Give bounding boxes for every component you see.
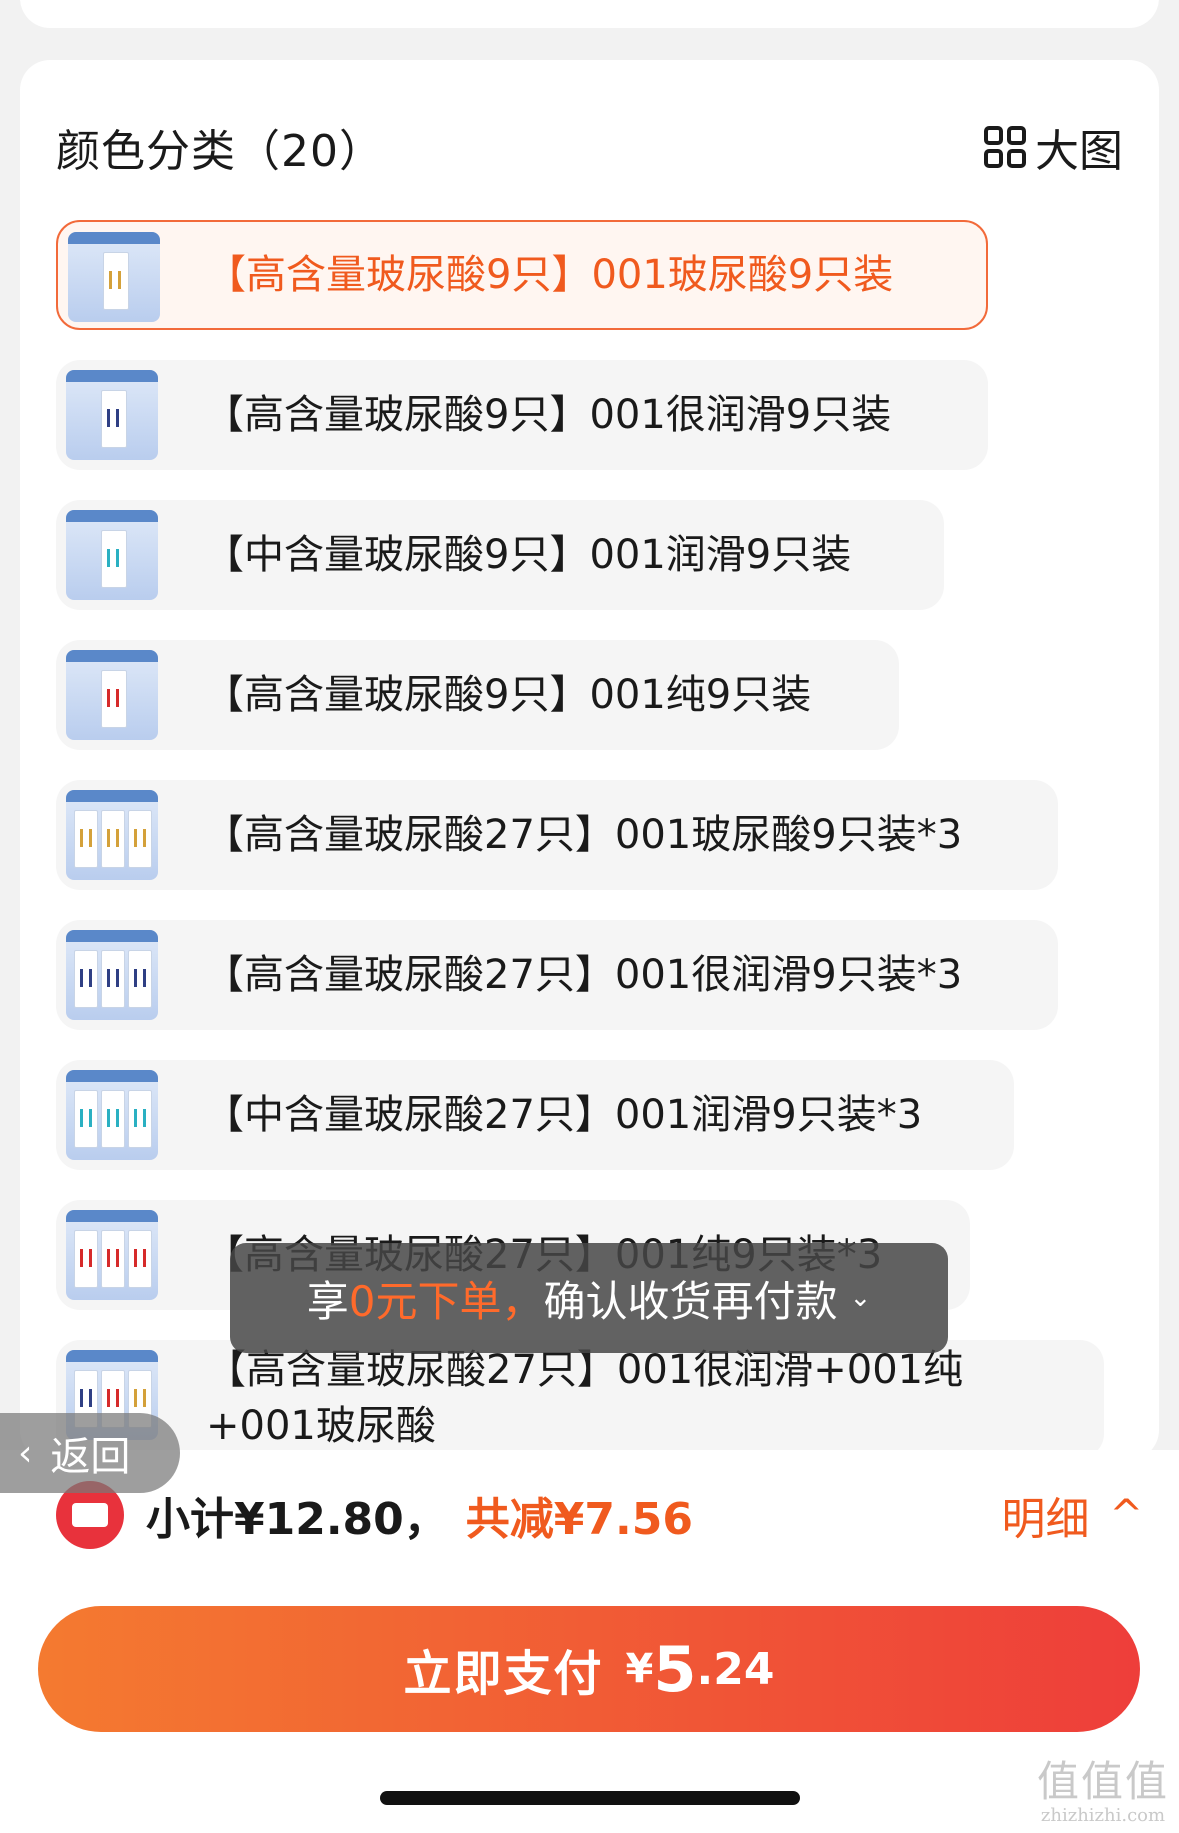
- sku-label: 【高含量玻尿酸27只】001很润滑9只装*3: [204, 952, 963, 998]
- previous-card: [20, 0, 1159, 28]
- subtotal-text: 小计¥12.80，: [146, 1494, 448, 1545]
- sku-thumbnail: [66, 930, 158, 1020]
- toast-banner[interactable]: 享 0元下单， 确认收货再付款 ⌄: [230, 1243, 948, 1353]
- detail-label: 明细: [1001, 1494, 1090, 1545]
- sku-thumbnail: [66, 1210, 158, 1300]
- panel-header: 颜色分类（20） 大图: [56, 112, 1123, 182]
- sku-label: 【中含量玻尿酸9只】001润滑9只装: [204, 532, 852, 578]
- detail-toggle[interactable]: 明细 ^: [1001, 1483, 1143, 1547]
- sku-thumbnail: [66, 650, 158, 740]
- bigview-label: 大图: [1035, 126, 1123, 177]
- pay-now-button[interactable]: 立即支付 ¥ 5 .24: [38, 1606, 1140, 1732]
- sku-thumbnail: [66, 1070, 158, 1160]
- sku-label: 【中含量玻尿酸27只】001润滑9只装*3: [204, 1092, 923, 1138]
- back-label: 返回: [50, 1434, 131, 1480]
- discount-text: 共减¥7.56: [465, 1494, 693, 1545]
- checkout-bar: 小计¥12.80， 共减¥7.56 明细 ^ 立即支付 ¥ 5 .24: [0, 1450, 1179, 1833]
- sku-label: 【高含量玻尿酸27只】001玻尿酸9只装*3: [204, 812, 963, 858]
- sku-option[interactable]: 【高含量玻尿酸9只】001很润滑9只装: [56, 360, 988, 470]
- pay-amount-dec: .24: [696, 1643, 775, 1695]
- chevron-down-icon: ⌄: [849, 1283, 872, 1313]
- sku-option[interactable]: 【高含量玻尿酸27只】001玻尿酸9只装*3: [56, 780, 1058, 890]
- sku-option[interactable]: 【中含量玻尿酸27只】001润滑9只装*3: [56, 1060, 1014, 1170]
- chevron-left-icon: ‹: [18, 1432, 33, 1474]
- sku-thumbnail: [66, 510, 158, 600]
- sku-option[interactable]: 【高含量玻尿酸27只】001很润滑9只装*3: [56, 920, 1058, 1030]
- grid-icon: [984, 126, 1026, 168]
- pay-currency: ¥: [625, 1646, 654, 1692]
- toast-highlight: 0元下单，: [348, 1276, 544, 1326]
- chevron-up-icon: ^: [1109, 1492, 1143, 1538]
- subtotal-row: 小计¥12.80， 共减¥7.56 明细 ^: [56, 1480, 1143, 1550]
- watermark-url: zhizhizhi.com: [1040, 1805, 1166, 1826]
- sku-thumbnail: [66, 370, 158, 460]
- back-button[interactable]: ‹ 返回: [0, 1413, 180, 1493]
- sku-label: 【高含量玻尿酸9只】001纯9只装: [204, 672, 812, 718]
- watermark-logo: 值值值: [1036, 1757, 1169, 1806]
- home-indicator: [380, 1791, 800, 1805]
- sku-option[interactable]: 【高含量玻尿酸9只】001纯9只装: [56, 640, 899, 750]
- sku-option[interactable]: 【高含量玻尿酸27只】001很润滑+001纯+001玻尿酸: [56, 1340, 1104, 1458]
- sku-label: 【高含量玻尿酸27只】001很润滑+001纯+001玻尿酸: [206, 1347, 964, 1449]
- sku-option[interactable]: 【高含量玻尿酸9只】001玻尿酸9只装: [56, 220, 988, 330]
- sku-thumbnail: [68, 232, 160, 322]
- toast-prefix: 享: [306, 1276, 349, 1326]
- toast-suffix: 确认收货再付款: [543, 1276, 838, 1326]
- sku-thumbnail: [66, 790, 158, 880]
- pay-label: 立即支付: [403, 1646, 604, 1702]
- bigview-button[interactable]: 大图: [983, 115, 1123, 179]
- panel-title: 颜色分类（20）: [56, 126, 384, 177]
- sku-option[interactable]: 【中含量玻尿酸9只】001润滑9只装: [56, 500, 944, 610]
- watermark: 值值值 zhizhizhi.com: [1037, 1748, 1169, 1826]
- sku-label: 【高含量玻尿酸9只】001很润滑9只装: [204, 392, 892, 438]
- pay-amount-int: 5: [653, 1632, 697, 1706]
- sku-label: 【高含量玻尿酸9只】001玻尿酸9只装: [206, 252, 894, 298]
